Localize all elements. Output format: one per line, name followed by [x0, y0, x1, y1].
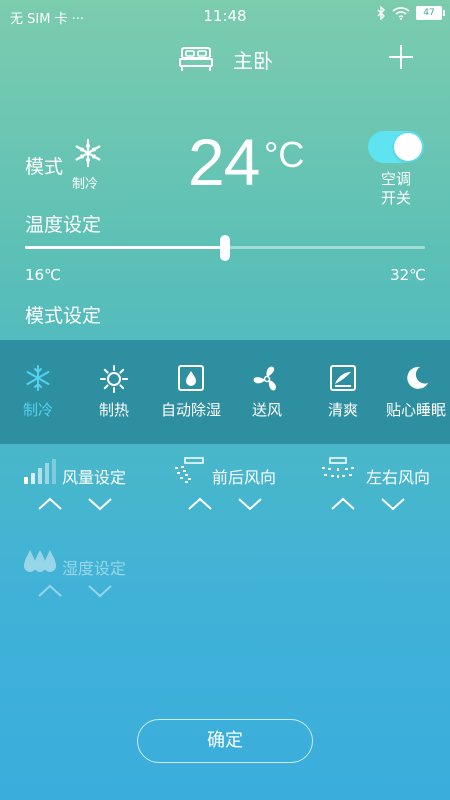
vertical-swing-icon [175, 457, 204, 483]
temperature-slider-fill [25, 246, 225, 249]
humidity-up-button[interactable] [37, 584, 63, 598]
mode-label: 模式 [25, 156, 64, 178]
horizontal-swing-icon [322, 457, 354, 478]
temperature-slider-handle[interactable] [220, 235, 230, 261]
mode-label: 自动除湿 [160, 401, 221, 419]
mode-cool[interactable]: 制冷 [0, 340, 76, 444]
mode-label: 制冷 [22, 401, 53, 419]
fan-speed-up-button[interactable] [37, 497, 63, 511]
temperature-max: 32℃ [390, 266, 426, 284]
horizontal-swing-label: 左右风向 [366, 468, 431, 487]
bluetooth-icon [377, 6, 385, 20]
confirm-button[interactable]: 确定 [137, 719, 313, 763]
humidity-label: 湿度设定 [62, 559, 127, 578]
moon-icon [407, 366, 428, 389]
horizontal-swing-up-button[interactable] [330, 497, 356, 511]
mode-heat[interactable]: 制热 [76, 340, 152, 444]
vertical-swing-down-button[interactable] [237, 497, 263, 511]
bed-icon[interactable] [178, 46, 214, 72]
mode-label: 送风 [251, 401, 282, 419]
dehumidify-icon [178, 365, 204, 391]
room-title: 主卧 [233, 49, 273, 73]
fan-speed-bars-icon [24, 459, 56, 484]
current-mode-value: 制冷 [72, 177, 99, 192]
sun-icon [100, 365, 128, 393]
mode-label: 清爽 [327, 401, 358, 419]
snowflake-icon [26, 365, 50, 391]
mode-fan[interactable]: 送风 [230, 340, 304, 444]
status-icons: 47 [376, 6, 445, 20]
mode-label: 贴心睡眠 [385, 401, 446, 419]
fan-speed-label: 风量设定 [62, 468, 127, 487]
temperature-min: 16℃ [25, 266, 61, 284]
mode-selector-bar: 制冷 制热 自动除湿 送风 清爽 贴心睡眠 [0, 340, 450, 444]
toggle-knob[interactable] [394, 133, 422, 161]
mode-dehumidify[interactable]: 自动除湿 [152, 340, 230, 444]
header: 主卧 [0, 32, 450, 84]
vertical-swing-label: 前后风向 [212, 468, 277, 487]
vertical-swing-up-button[interactable] [187, 497, 213, 511]
power-toggle[interactable] [368, 131, 424, 163]
mode-setting-title: 模式设定 [25, 305, 102, 327]
add-button[interactable] [388, 44, 414, 70]
humidity-down-button[interactable] [87, 584, 113, 598]
mode-label: 制热 [98, 401, 129, 419]
battery-icon: 47 [416, 6, 445, 20]
wifi-icon [392, 7, 410, 20]
current-temperature: 24 [188, 125, 260, 199]
mode-fresh[interactable]: 清爽 [304, 340, 382, 444]
fan-speed-down-button[interactable] [87, 497, 113, 511]
snowflake-icon [75, 138, 101, 168]
power-toggle-label: 空调 开关 [380, 170, 411, 207]
mode-sleep[interactable]: 贴心睡眠 [382, 340, 450, 444]
horizontal-swing-down-button[interactable] [380, 497, 406, 511]
temperature-unit: °C [264, 134, 305, 175]
water-drops-icon [24, 550, 56, 572]
fan-icon [253, 366, 276, 391]
temp-setting-title: 温度设定 [25, 214, 102, 236]
status-bar: 无 SIM 卡 ··· 11:48 47 [0, 0, 450, 32]
fresh-icon [330, 365, 356, 391]
